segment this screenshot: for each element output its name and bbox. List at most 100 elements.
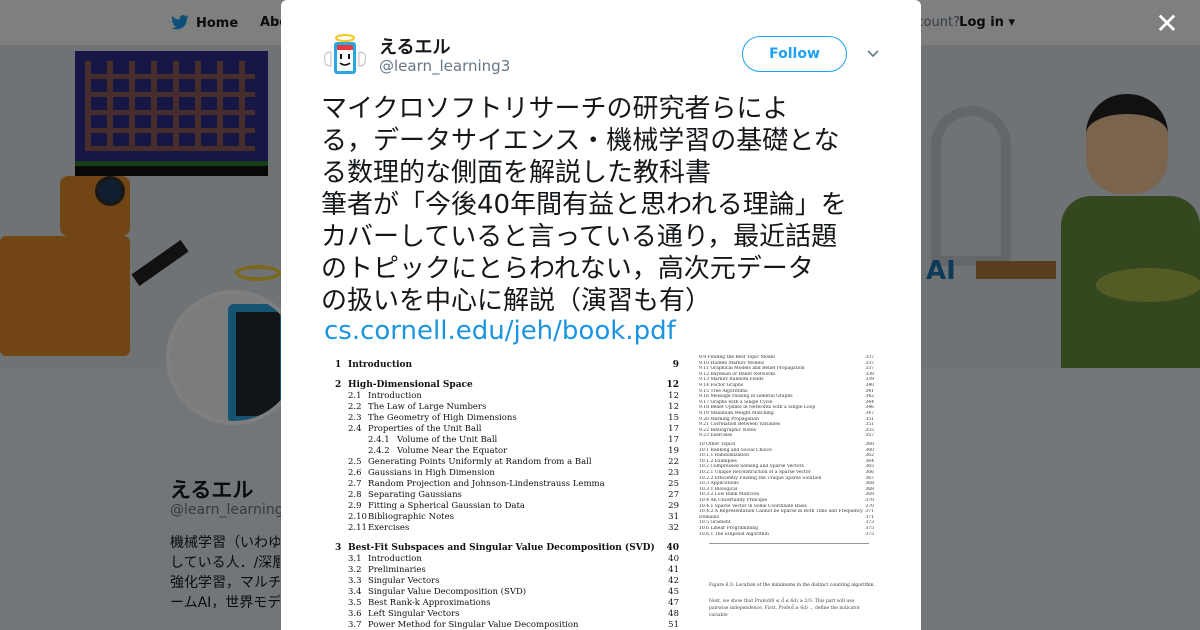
toc-page-number: 357 [865,433,874,439]
toc-page-number: 375 [865,531,874,537]
toc-title: 10.2 Compressed Sensing and Sparse Vecto… [699,464,804,470]
toc-page-number: 51 [668,620,679,630]
close-icon[interactable]: ✕ [1154,10,1180,38]
toc-number: 2.6 [348,468,362,478]
toc-page-left: 1 Introduction 9 2 High-Dimensional Space 12 2… [321,355,679,630]
toc-title: 10.3.2 Low Rank Matrices [699,492,760,498]
toc-entry: 2.10 Bibliographic Notes 31 [321,512,679,523]
toc-title: 10.5 Gradient [699,520,731,526]
toc-title: 10 Other Topics [699,442,736,447]
toc-page-number: 17 [668,435,679,445]
toc-page-right: Figure 6.3: Location of the minimums in … [699,355,883,630]
toc-page-number: 9 [672,360,679,370]
toc-title: 10.3 Applications [699,481,739,487]
toc-title: Volume of the Unit Ball [397,435,498,445]
toc-number: 2.2 [348,402,362,412]
toc-number: 2.7 [348,479,362,489]
toc-title: 9.19 Maximum Weight Matching [699,411,774,416]
toc-entry: 2.4.2 Volume Near the Equator 19 [321,446,679,457]
toc-title: 10.3.1 Biological [699,486,738,492]
toc-entry: 2.3 The Geometry of High Dimensions 15 [321,413,679,424]
toc-entry: 9.23 Exercises 357 [699,433,874,439]
toc-entry: 3.4 Singular Value Decomposition (SVD) 45 [321,587,679,598]
toc-number: 3.4 [348,587,362,597]
toc-title: Introduction [348,360,413,370]
toc-title: The Law of Large Numbers [368,402,487,412]
toc-page-number: 12 [668,402,679,412]
figure-caption: Figure 6.3: Location of the minimums in … [709,583,875,588]
toc-page-number: 31 [668,512,679,522]
toc-title: Introduction [368,554,422,564]
toc-title: Singular Vectors [368,576,440,586]
toc-title: Singular Value Decomposition (SVD) [368,587,527,597]
toc-title: 9.13 Markov Random Fields [699,377,764,383]
toc-title: 10.4.2 A Representation Cannot be Sparse… [699,509,863,515]
toc-title: Gaussians in High Dimension [368,468,495,478]
toc-title: Separating Gaussians [368,490,462,500]
toc-page-number: 32 [668,523,679,533]
toc-number: 2.9 [348,501,362,511]
toc-title: 9.10 Hidden Markov Models [699,360,765,366]
follow-button[interactable]: Follow [742,36,847,72]
toc-entry: 2.2 The Law of Large Numbers 12 [321,402,679,413]
tweet-link[interactable]: cs.cornell.edu/jeh/book.pdf [324,316,676,346]
author-handle[interactable]: @learn_learning3 [379,57,510,75]
toc-number: 3.6 [348,609,362,619]
toc-number: 3.1 [348,554,362,564]
author-name[interactable]: えるエル [379,33,450,59]
tweet-text-line: の扱いを中心に解説（演習も有） [321,286,712,316]
toc-title: 9.20 Warning Propagation [699,416,759,422]
toc-title: The Geometry of High Dimensions [368,413,517,423]
tweet-media-image[interactable]: 1 Introduction 9 2 High-Dimensional Space 12 2… [321,355,883,630]
toc-entry: 3.2 Preliminaries 41 [321,565,679,576]
toc-title: 9.14 Factor Graphs [699,383,744,388]
toc-entry: 2.4.1 Volume of the Unit Ball 17 [321,435,679,446]
toc-page-number: 29 [668,501,679,511]
toc-number: 2 [335,380,342,390]
toc-number: 2.1 [348,391,362,401]
toc-title: Exercises [368,523,410,533]
toc-title: 9.17 Graphs with a Single Cycle [699,399,773,405]
toc-page-number: 22 [668,457,679,467]
tweet-text-line: カバーしていると言っている通り，最近話題 [321,222,838,252]
toc-page-number: 15 [668,413,679,423]
figure-diagram [709,543,869,583]
toc-title: 10.6 Linear Programming [699,526,759,531]
toc-entry: 2.8 Separating Gaussians 27 [321,490,679,501]
toc-entry: 2.1 Introduction 12 [321,391,679,402]
toc-entry: 3.3 Singular Vectors 42 [321,576,679,587]
toc-entry: 2.9 Fitting a Spherical Gaussian to Data 2… [321,501,679,512]
author-avatar[interactable] [321,30,369,78]
toc-title: Random Projection and Johnson-Lindenstra… [368,479,605,489]
toc-title: 9.22 Bibliographic Notes [699,427,756,433]
toc-entry: 3.5 Best Rank-k Approximations 47 [321,598,679,609]
toc-number: 2.3 [348,413,362,423]
toc-title: 9.23 Exercises [699,433,733,439]
tweet-text-line: る，データサイエンス・機械学習の基礎とな [321,126,840,156]
toc-entry: 2.4 Properties of the Unit Ball 17 [321,424,679,435]
toc-chapter: 2 High-Dimensional Space 12 [321,380,679,391]
toc-title: 10.2.2 Efficiently Finding the Unique Sp… [699,475,822,481]
toc-page-number: 12 [666,380,679,390]
toc-page-number: 25 [668,479,679,489]
toc-title: 9.21 Correlation Between Variables [699,422,781,428]
toc-title: Best-Fit Subspaces and Singular Value De… [348,543,655,553]
toc-title: 9.18 Belief Update in Networks with a Si… [699,405,816,411]
toc-page-number: 41 [668,565,679,575]
toc-title: 10.4 An Uncertainty Principle [699,498,768,503]
toc-number: 2.8 [348,490,362,500]
toc-entry: 2.6 Gaussians in High Dimension 23 [321,468,679,479]
toc-title: Power Method for Singular Value Decompos… [368,620,579,630]
toc-title: Domains [699,514,719,520]
toc-title: High-Dimensional Space [348,380,473,390]
chevron-down-icon[interactable] [863,43,883,63]
toc-number: 2.4.1 [368,435,390,445]
toc-title: Introduction [368,391,422,401]
tweet-text-line: マイクロソフトリサーチの研究者らによ [321,94,789,124]
toc-title: Fitting a Spherical Gaussian to Data [368,501,525,511]
toc-number: 3.5 [348,598,362,608]
toc-number: 2.10 [348,512,367,522]
toc-entry: 3.7 Power Method for Singular Value Decom… [321,620,679,630]
toc-title: 10.6.1 The Ellipsoid Algorithm [699,531,769,537]
toc-page-number: 48 [668,609,679,619]
